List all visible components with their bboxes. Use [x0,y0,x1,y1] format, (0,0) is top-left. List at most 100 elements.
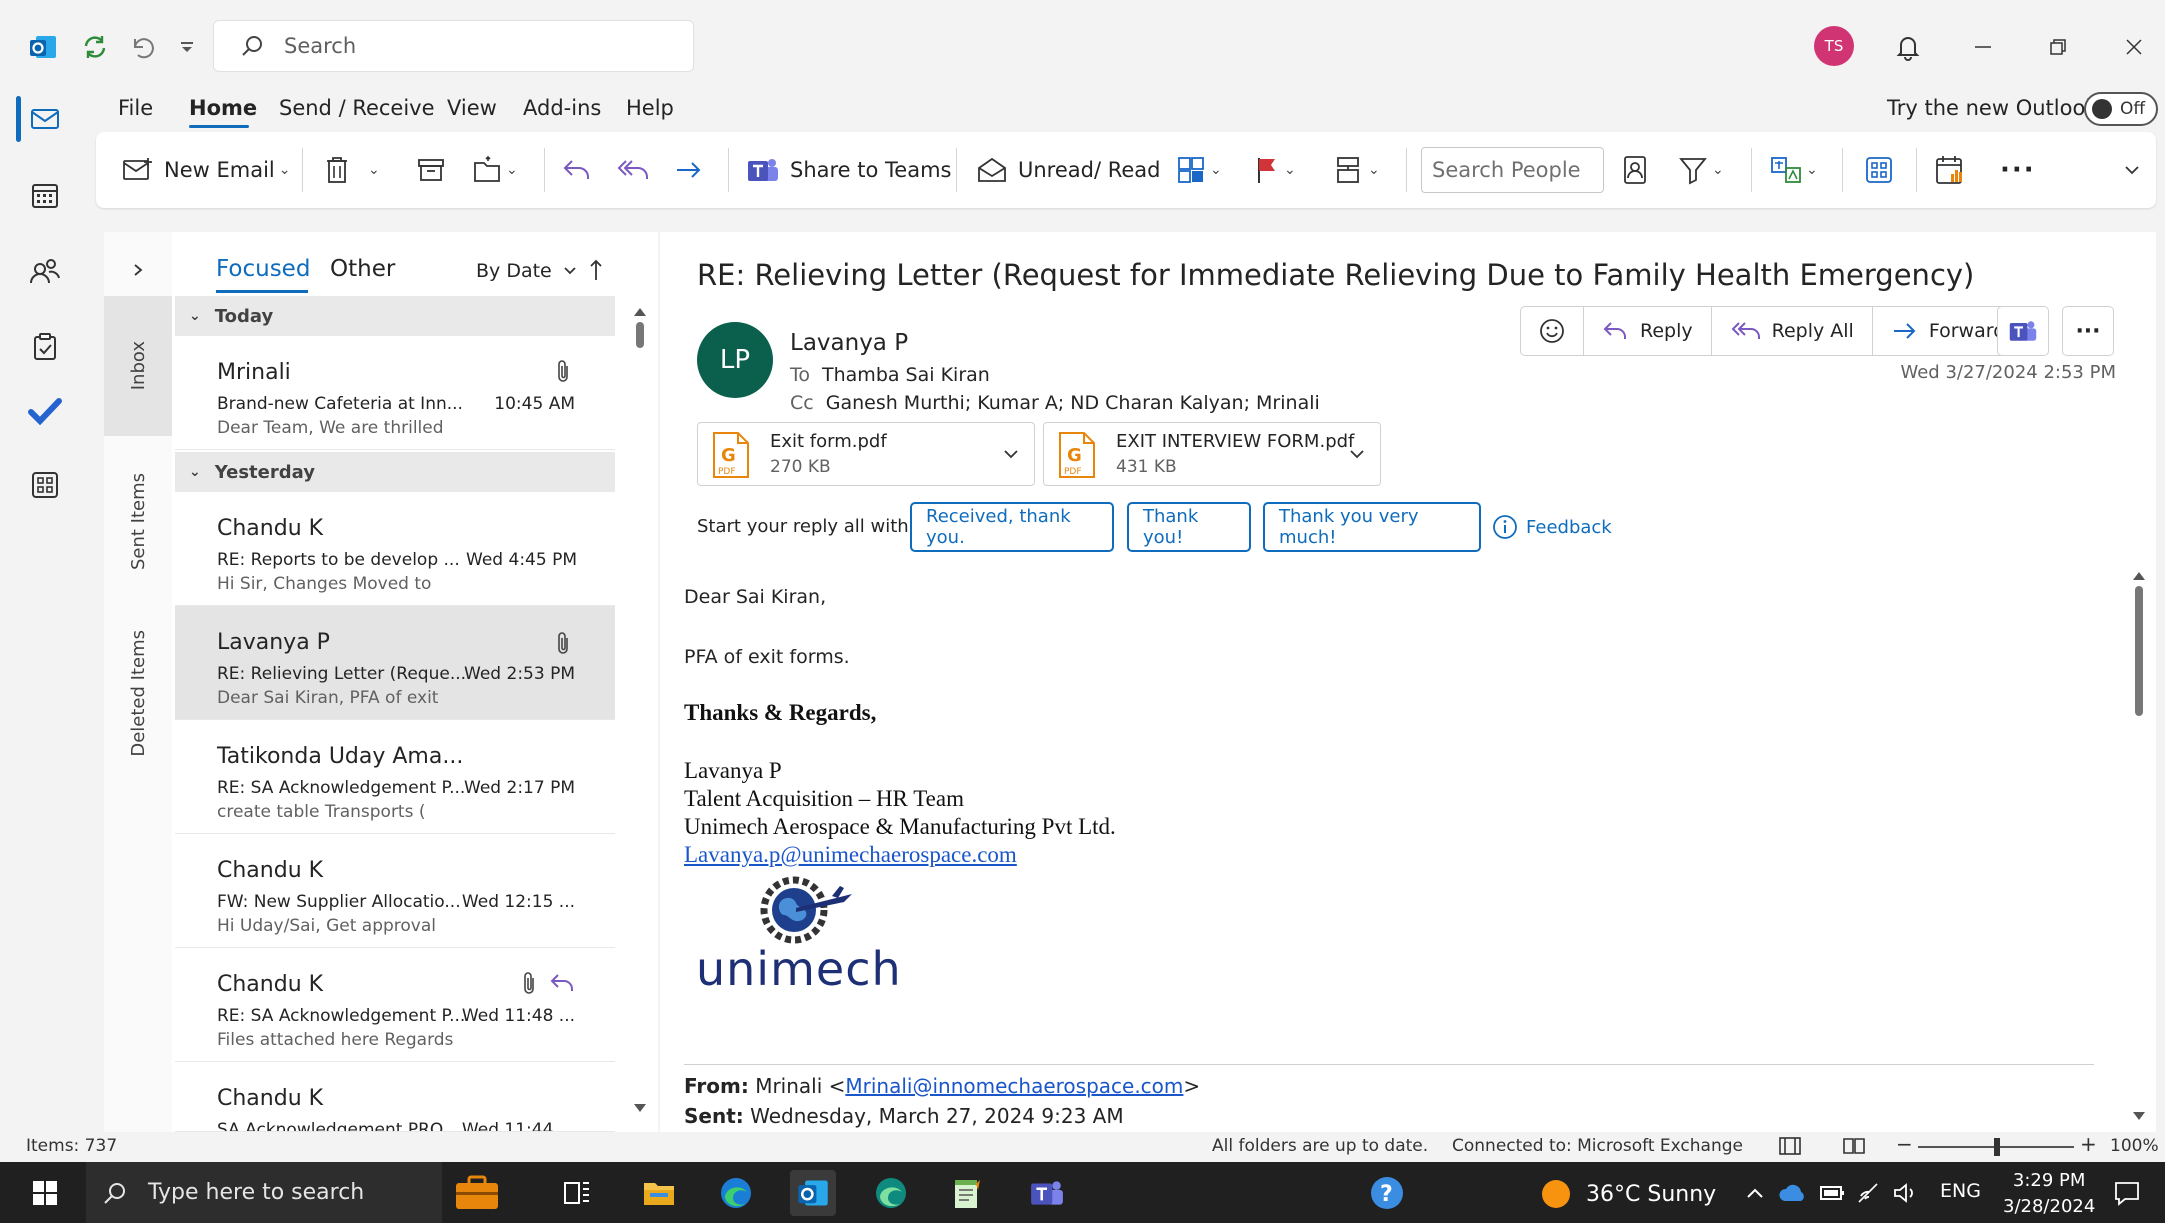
zoom-slider-thumb[interactable] [1994,1138,2000,1156]
delete-button[interactable]: ⌄ [324,132,380,208]
user-avatar[interactable]: TS [1814,26,1854,66]
folder-inbox[interactable]: Inbox [104,296,172,436]
edge-beta-icon[interactable] [868,1170,914,1216]
mail-icon[interactable] [22,96,68,142]
message-list-scrollbar[interactable] [627,300,653,1132]
taskbar-search-input[interactable]: Type here to search [86,1162,442,1223]
attachment-exit-interview-form[interactable]: G PDF EXIT INTERVIEW FORM.pdf 431 KB [1043,422,1381,486]
onedrive-icon[interactable] [1776,1170,1810,1216]
move-button[interactable]: ⌄ [472,132,518,208]
quick-reply-thank-you[interactable]: Thank you! [1127,502,1251,552]
show-hidden-icons-chevron[interactable] [1740,1170,1770,1216]
group-header-today[interactable]: ⌄ Today [175,296,615,336]
reply-all-button[interactable]: Reply All [1712,307,1873,355]
todo-icon[interactable] [22,388,68,434]
chevron-down-icon[interactable]: ⌄ [506,162,518,178]
tab-other[interactable]: Other [330,256,395,282]
search-input[interactable]: Search [213,20,694,72]
flag-button[interactable]: ⌄ [1254,132,1296,208]
notepad-icon[interactable] [944,1170,990,1216]
menu-home[interactable]: Home [189,96,257,120]
apps-icon[interactable] [22,462,68,508]
more-options-button[interactable]: ··· [2000,132,2036,208]
reading-pane-scrollbar[interactable] [2126,562,2152,1132]
chevron-down-icon[interactable]: ⌄ [279,162,291,178]
chevron-down-icon[interactable] [1002,445,1020,463]
expand-folder-pane-button[interactable] [104,250,172,290]
from-email-link[interactable]: Mrinali@innomechaerospace.com [845,1074,1183,1098]
weather-widget[interactable]: 36°C Sunny [1540,1178,1716,1210]
sort-by-date-button[interactable]: By Date [476,260,578,282]
clock[interactable]: 3:29 PM 3/28/2024 [2003,1168,2095,1220]
notifications-icon[interactable] [2104,1170,2150,1216]
search-people-input[interactable]: Search People [1421,147,1604,193]
sync-icon[interactable] [76,28,114,66]
edge-icon[interactable] [713,1170,759,1216]
new-outlook-toggle[interactable]: Off [2084,92,2158,126]
chevron-down-icon[interactable]: ⌄ [368,162,380,178]
people-icon[interactable] [22,248,68,294]
react-button[interactable] [1521,307,1584,355]
chevron-down-icon[interactable]: ⌄ [1806,162,1818,178]
taskbar-teams-icon[interactable] [1024,1170,1070,1216]
folder-deleted-items[interactable]: Deleted Items [104,608,172,778]
reply-button[interactable] [562,132,592,208]
address-book-button[interactable] [1622,132,1648,208]
apps-ribbon-button[interactable] [1864,132,1894,208]
quick-reply-thank-you-very-much[interactable]: Thank you very much! [1263,502,1481,552]
chevron-down-icon[interactable]: ⌄ [1210,162,1222,178]
list-item[interactable]: Chandu K FW: New Supplier Allocatio... W… [175,836,615,948]
taskbar-outlook-icon[interactable] [790,1170,836,1216]
signature-email-link[interactable]: Lavanya.p@unimechaerospace.com [684,842,1017,868]
attachment-exit-form[interactable]: G PDF Exit form.pdf 270 KB [697,422,1035,486]
insights-button[interactable] [1934,132,1966,208]
volume-icon[interactable] [1888,1170,1922,1216]
unread-read-button[interactable]: Unread/ Read [976,132,1161,208]
folder-sent-items[interactable]: Sent Items [104,442,172,602]
menu-send-receive[interactable]: Send / Receive [279,96,435,120]
input-language[interactable]: ENG [1940,1180,1981,1202]
list-item[interactable]: Chandu K SA Acknowledgement PRO... Wed 1… [175,1064,615,1132]
new-email-button[interactable]: New Email ⌄ [122,132,290,208]
calendar-icon[interactable] [22,172,68,218]
to-recipients[interactable]: Thamba Sai Kiran [822,364,990,386]
more-actions-button[interactable]: ··· [2062,306,2114,356]
list-item-selected[interactable]: Lavanya P RE: Relieving Letter (Reque...… [175,606,615,720]
chevron-down-icon[interactable]: ⌄ [1284,162,1296,178]
group-header-yesterday[interactable]: ⌄ Yesterday [175,452,615,492]
reply-button[interactable]: Reply [1584,307,1712,355]
ribbon-expand-button[interactable] [2122,132,2142,208]
help-support-icon[interactable]: ? [1364,1170,1410,1216]
file-explorer-icon[interactable] [636,1170,682,1216]
chevron-down-icon[interactable]: ⌄ [1712,162,1724,178]
cc-recipients[interactable]: Ganesh Murthi; Kumar A; ND Charan Kalyan… [826,392,1320,414]
quick-reply-received[interactable]: Received, thank you. [910,502,1114,552]
menu-help[interactable]: Help [626,96,674,120]
list-item[interactable]: Chandu K RE: Reports to be develop ... W… [175,494,615,606]
restore-icon[interactable] [2039,28,2077,66]
briefcase-icon[interactable] [452,1170,502,1216]
minimize-icon[interactable] [1964,28,2002,66]
customize-toolbar-icon[interactable] [168,28,206,66]
menu-add-ins[interactable]: Add-ins [523,96,601,120]
filter-button[interactable]: ⌄ [1678,132,1724,208]
categorize-button[interactable]: ⌄ [1176,132,1222,208]
list-item[interactable]: Tatikonda Uday Ama... RE: SA Acknowledge… [175,722,615,834]
task-view-icon[interactable] [554,1170,600,1216]
zoom-in-button[interactable]: + [2080,1132,2097,1156]
sender-name[interactable]: Lavanya P [790,330,908,356]
feedback-link[interactable]: Feedback [1492,514,1612,540]
sort-direction-button[interactable] [588,258,604,282]
undo-icon[interactable] [122,28,160,66]
close-icon[interactable] [2115,28,2153,66]
archive-button[interactable] [416,132,446,208]
reading-view-icon[interactable] [1842,1135,1866,1157]
battery-icon[interactable] [1816,1170,1850,1216]
share-to-teams-button[interactable]: Share to Teams [746,132,951,208]
menu-file[interactable]: File [118,96,153,120]
wifi-icon[interactable] [1852,1170,1886,1216]
translate-button[interactable]: ⌄ [1770,132,1818,208]
share-to-teams-button[interactable] [1997,306,2049,356]
tab-focused[interactable]: Focused [216,256,310,282]
list-item[interactable]: Chandu K RE: SA Acknowledgement P... Wed… [175,950,615,1062]
